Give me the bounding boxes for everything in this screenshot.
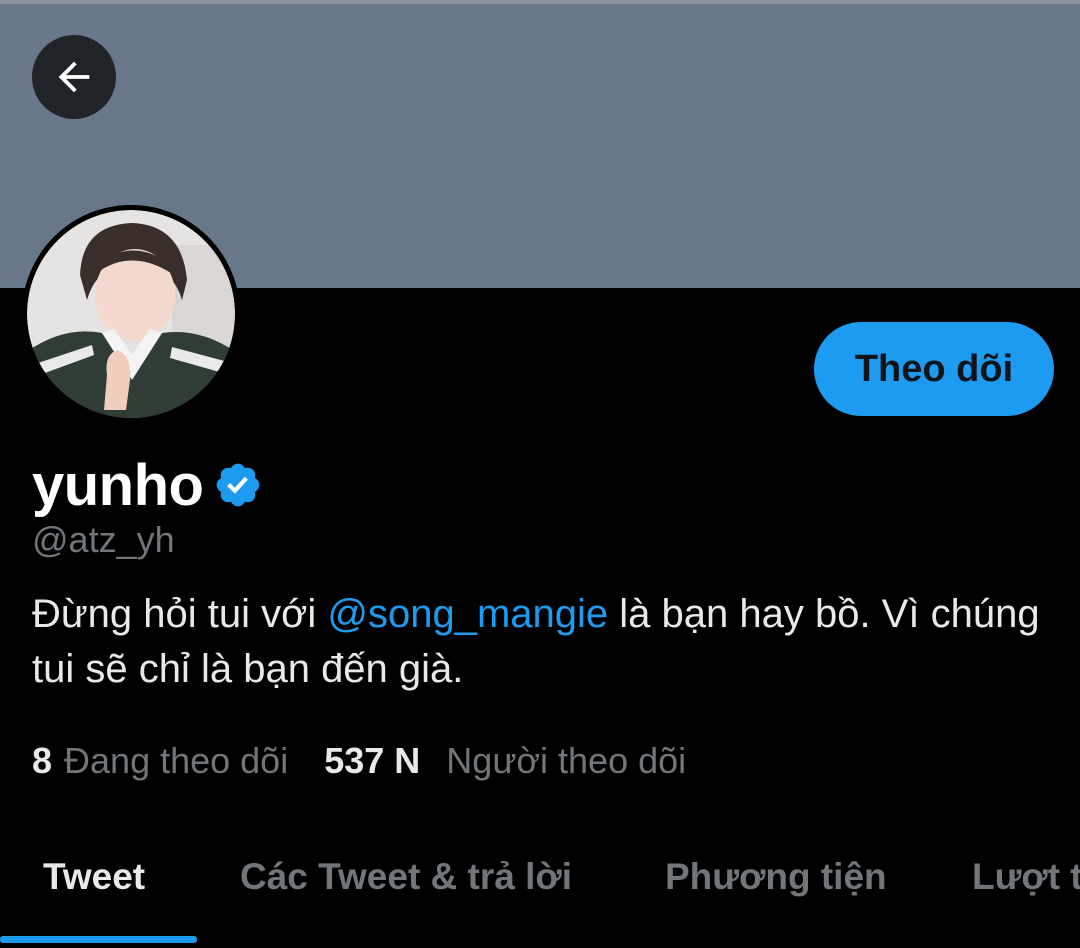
tab-tweets[interactable]: Tweet: [43, 856, 145, 898]
follow-stats: 8 Đang theo dõi 537 N Người theo dõi: [32, 740, 686, 782]
following-label: Đang theo dõi: [64, 740, 289, 781]
active-tab-indicator: [0, 936, 197, 943]
back-button[interactable]: [32, 35, 116, 119]
following-stat[interactable]: 8 Đang theo dõi: [32, 740, 288, 782]
followers-count: 537 N: [324, 740, 421, 781]
tab-likes[interactable]: Lượt t: [972, 856, 1080, 898]
tab-media[interactable]: Phương tiện: [665, 856, 887, 898]
avatar[interactable]: [22, 205, 240, 423]
arrow-left-icon: [58, 61, 90, 93]
profile-tabs: Tweet Các Tweet & trả lời Phương tiện Lư…: [0, 830, 1080, 948]
follow-button[interactable]: Theo dõi: [814, 322, 1054, 416]
followers-stat[interactable]: 537 N Người theo dõi: [324, 740, 686, 782]
tab-tweets-replies[interactable]: Các Tweet & trả lời: [240, 856, 572, 898]
profile-bio: Đừng hỏi tui với @song_mangie là bạn hay…: [32, 587, 1052, 697]
bio-mention-link[interactable]: @song_mangie: [327, 592, 608, 636]
following-count: 8: [32, 740, 53, 781]
verified-badge-icon: [217, 463, 260, 507]
user-handle: @atz_yh: [32, 519, 175, 560]
bio-text: Đừng hỏi tui với: [32, 592, 328, 636]
name-row: yunho: [32, 450, 263, 520]
display-name: yunho: [32, 452, 204, 518]
followers-label: Người theo dõi: [446, 740, 687, 781]
